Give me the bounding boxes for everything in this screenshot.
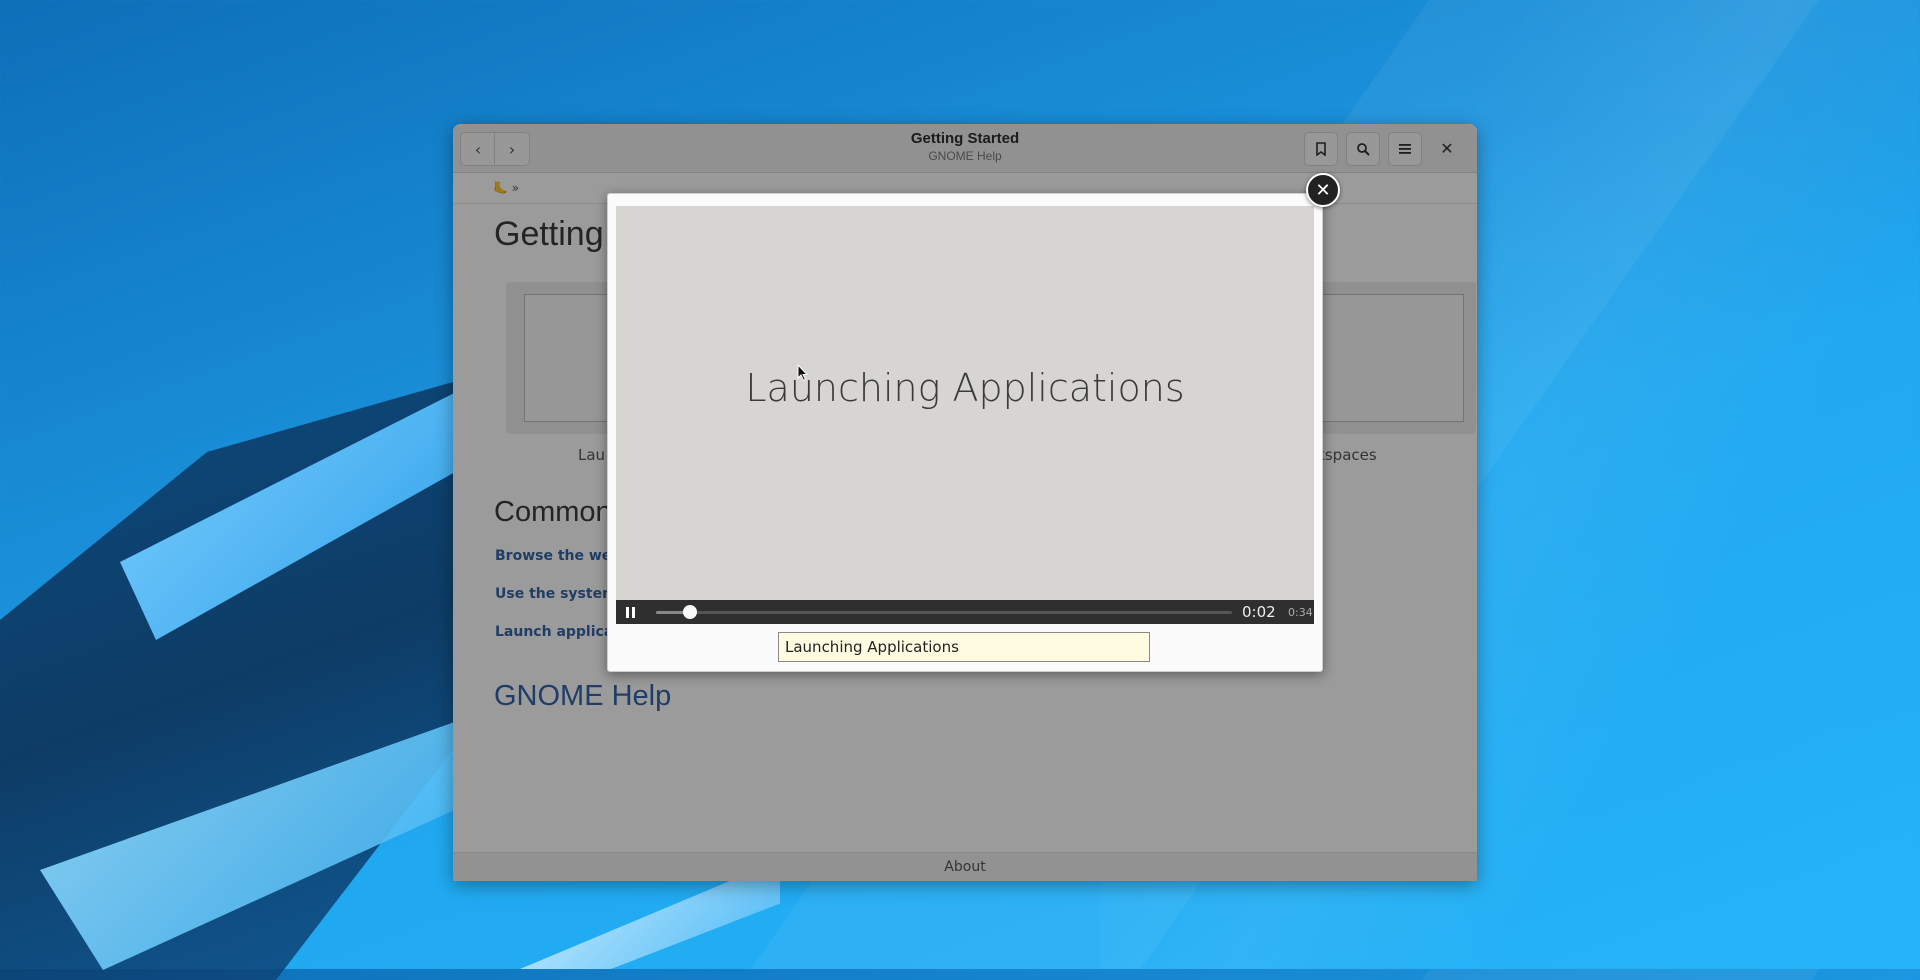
pause-icon (625, 606, 629, 618)
total-time: 0:34 (1288, 606, 1313, 619)
seek-bar[interactable] (656, 605, 1232, 619)
video-player[interactable]: Launching Applications (616, 206, 1314, 600)
mouse-cursor-icon (797, 364, 809, 382)
chapter-select[interactable]: Launching Applications (778, 632, 1150, 662)
close-icon: ✕ (1315, 179, 1331, 201)
video-caption: Launching Applications (745, 366, 1185, 410)
pause-icon (631, 606, 635, 618)
seek-handle[interactable] (682, 605, 697, 619)
dialog-close-button[interactable]: ✕ (1306, 173, 1340, 207)
pause-button[interactable] (619, 602, 641, 622)
video-controls: 0:02 0:34 (616, 600, 1314, 624)
current-time: 0:02 (1242, 603, 1276, 621)
video-dialog: Launching Applications 0:02 0:34 Launchi… (607, 193, 1323, 672)
